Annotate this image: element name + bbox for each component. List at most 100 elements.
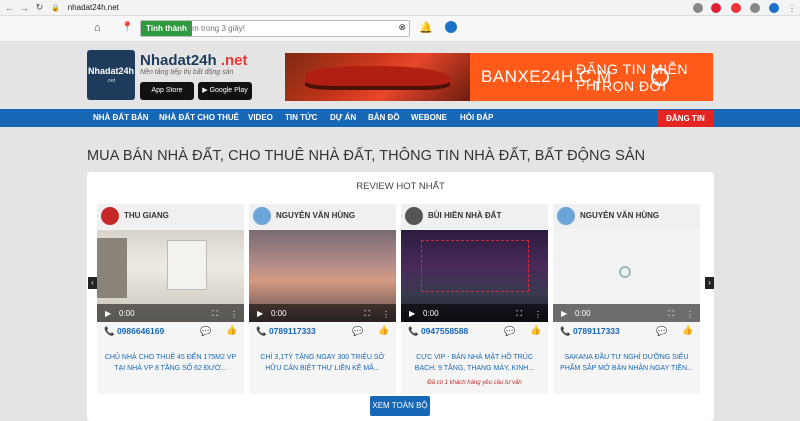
avatar[interactable] xyxy=(557,207,575,225)
loading-spinner-icon xyxy=(619,266,631,278)
site-name[interactable]: Nhadat24h .net xyxy=(140,52,248,69)
menu-item-ban-do[interactable]: BẢN ĐỒ xyxy=(368,109,400,127)
card-header: NGUYỄN VĂN HÙNG xyxy=(249,204,396,229)
video-options-icon[interactable]: ⋮ xyxy=(534,310,542,319)
fullscreen-icon[interactable]: ⛶ xyxy=(212,309,218,319)
card-header: NGUYỄN VĂN HÙNG xyxy=(553,204,700,229)
menu-item-tin-tuc[interactable]: TIN TỨC xyxy=(285,109,317,127)
app-store-button[interactable]: App Store xyxy=(140,82,194,100)
logo-text: Nhadat24h xyxy=(87,66,134,76)
fullscreen-icon[interactable]: ⛶ xyxy=(668,309,674,319)
bell-icon[interactable]: 🔔 xyxy=(419,21,433,34)
play-icon[interactable]: ▶ xyxy=(561,309,567,318)
clear-icon[interactable]: ⊗ xyxy=(398,22,406,33)
video-player[interactable]: ▶ 0:00 ⛶ ⋮ xyxy=(401,230,548,322)
search-box: Tỉnh thành ⊗ xyxy=(140,20,410,37)
puzzle-icon[interactable] xyxy=(750,3,760,13)
review-card[interactable]: THU GIANG ▶ 0:00 ⛶ ⋮ 📞 0986646169 💬 👍 CH… xyxy=(97,204,244,394)
video-options-icon[interactable]: ⋮ xyxy=(230,310,238,319)
video-overlay-box xyxy=(421,240,529,292)
video-controls: ▶ 0:00 ⛶ ⋮ xyxy=(401,304,548,322)
card-header: BÙI HIỀN NHÀ ĐẤT xyxy=(401,204,548,229)
review-card[interactable]: NGUYỄN VĂN HÙNG ▶ 0:00 ⛶ ⋮ 📞 0789117333 … xyxy=(249,204,396,394)
site-tagline: Nền tảng tiếp thị bất động sản xyxy=(140,69,234,76)
user-avatar[interactable] xyxy=(445,21,457,33)
like-icon[interactable]: 👍 xyxy=(378,325,389,336)
google-play-button[interactable]: ▶ Google Play xyxy=(198,82,252,100)
phone-link[interactable]: 📞 0789117333 xyxy=(256,326,316,337)
extension-icon[interactable] xyxy=(711,3,721,13)
like-icon[interactable]: 👍 xyxy=(682,325,693,336)
play-icon[interactable]: ▶ xyxy=(257,309,263,318)
card-author[interactable]: NGUYỄN VĂN HÙNG xyxy=(580,211,659,220)
search-input[interactable] xyxy=(185,22,395,35)
review-card[interactable]: BÙI HIỀN NHÀ ĐẤT ▶ 0:00 ⛶ ⋮ 📞 0947558588… xyxy=(401,204,548,394)
menu-item-du-an[interactable]: DỰ ÁN xyxy=(330,109,356,127)
comment-icon[interactable]: 💬 xyxy=(352,326,363,337)
comment-icon[interactable]: 💬 xyxy=(504,326,515,337)
avatar[interactable] xyxy=(253,207,271,225)
menu-item-nha-dat-ban[interactable]: NHÀ ĐẤT BÁN xyxy=(93,109,149,127)
like-icon[interactable]: 👍 xyxy=(226,325,237,336)
phone-link[interactable]: 📞 0789117333 xyxy=(560,326,620,337)
view-all-button[interactable]: XEM TOÀN BỘ xyxy=(370,396,430,416)
fullscreen-icon[interactable]: ⛶ xyxy=(364,309,370,319)
card-description[interactable]: CỰC VIP - BÁN NHÀ MẶT HỒ TRÚC BẠCH: 9 TẦ… xyxy=(407,352,542,374)
consult-note: Đã có 1 khách hàng yêu cầu tư vấn xyxy=(427,380,522,386)
video-player[interactable]: ▶ 0:00 ⛶ ⋮ xyxy=(97,230,244,322)
card-description[interactable]: CHỈ 3,1TỶ TẶNG NGAY 300 TRIỆU SỞ HỮU CĂN… xyxy=(255,352,390,374)
play-icon[interactable]: ▶ xyxy=(409,309,415,318)
card-author[interactable]: BÙI HIỀN NHÀ ĐẤT xyxy=(428,211,501,220)
phone-number: 0789117333 xyxy=(268,326,316,336)
phone-link[interactable]: 📞 0947558588 xyxy=(408,326,468,337)
phone-link[interactable]: 📞 0986646169 xyxy=(104,326,164,337)
menu-item-webone[interactable]: WEBONE xyxy=(411,109,447,127)
video-time: 0:00 xyxy=(271,309,287,318)
comment-icon[interactable]: 💬 xyxy=(656,326,667,337)
card-author[interactable]: NGUYỄN VĂN HÙNG xyxy=(276,211,355,220)
extension-icon[interactable] xyxy=(731,3,741,13)
play-store-icon: ▶ xyxy=(202,87,210,94)
home-icon[interactable]: ⌂ xyxy=(94,22,101,34)
phone-icon: 📞 xyxy=(408,326,421,336)
menu-item-nha-dat-cho-thue[interactable]: NHÀ ĐẤT CHO THUÊ xyxy=(159,109,239,127)
avatar[interactable] xyxy=(405,207,423,225)
video-frame-window xyxy=(167,240,207,290)
carousel-prev-button[interactable]: ‹ xyxy=(88,277,97,289)
fullscreen-icon[interactable]: ⛶ xyxy=(516,309,522,319)
card-description[interactable]: SAKANA ĐẦU TƯ NGHỈ DƯỠNG SIÊU PHẨM SẮP M… xyxy=(559,352,694,374)
address-bar[interactable]: nhadat24h.net xyxy=(68,3,119,12)
menu-dots-icon[interactable]: ⋮ xyxy=(787,3,797,13)
carousel-next-button[interactable]: › xyxy=(705,277,714,289)
extension-icon[interactable] xyxy=(693,3,703,13)
back-icon[interactable]: ← xyxy=(4,3,15,13)
forward-icon[interactable]: → xyxy=(19,3,30,13)
site-name-main: Nhadat24h xyxy=(140,52,217,69)
video-options-icon[interactable]: ⋮ xyxy=(382,310,390,319)
review-card[interactable]: NGUYỄN VĂN HÙNG ▶ 0:00 ⛶ ⋮ 📞 0789117333 … xyxy=(553,204,700,394)
lock-icon[interactable]: 🔒 xyxy=(51,4,60,12)
video-options-icon[interactable]: ⋮ xyxy=(686,310,694,319)
reload-icon[interactable]: ↻ xyxy=(34,2,45,13)
location-pin-icon[interactable]: 📍 xyxy=(121,22,133,33)
video-player[interactable]: ▶ 0:00 ⛶ ⋮ xyxy=(249,230,396,322)
menu-item-hoi-dap[interactable]: HỎI ĐÁP xyxy=(460,109,493,127)
profile-avatar[interactable] xyxy=(769,3,779,13)
video-player[interactable]: ▶ 0:00 ⛶ ⋮ xyxy=(553,230,700,322)
like-icon[interactable]: 👍 xyxy=(530,325,541,336)
menu-item-video[interactable]: VIDEO xyxy=(248,109,273,127)
post-listing-button[interactable]: ĐĂNG TIN xyxy=(657,110,714,127)
car-shape xyxy=(305,66,450,90)
avatar[interactable] xyxy=(101,207,119,225)
phone-number: 0789117333 xyxy=(572,326,620,336)
banner-line2: TRỌN ĐỜI xyxy=(593,78,667,94)
card-description[interactable]: CHỦ NHÀ CHO THUÊ 45 ĐẾN 175M2 VP TẠI NHÀ… xyxy=(103,352,238,374)
phone-icon: 📞 xyxy=(560,326,573,336)
browser-toolbar: ← → ↻ 🔒 nhadat24h.net ⋮ xyxy=(0,0,800,16)
site-logo[interactable]: Nhadat24h .net xyxy=(87,50,135,100)
play-icon[interactable]: ▶ xyxy=(105,309,111,318)
comment-icon[interactable]: 💬 xyxy=(200,326,211,337)
ad-banner[interactable]: BANXE24H.C M ĐĂNG TIN MIỄN PHÍ TRỌN ĐỜI xyxy=(285,53,713,101)
card-author[interactable]: THU GIANG xyxy=(124,211,169,220)
car-image xyxy=(285,53,470,101)
